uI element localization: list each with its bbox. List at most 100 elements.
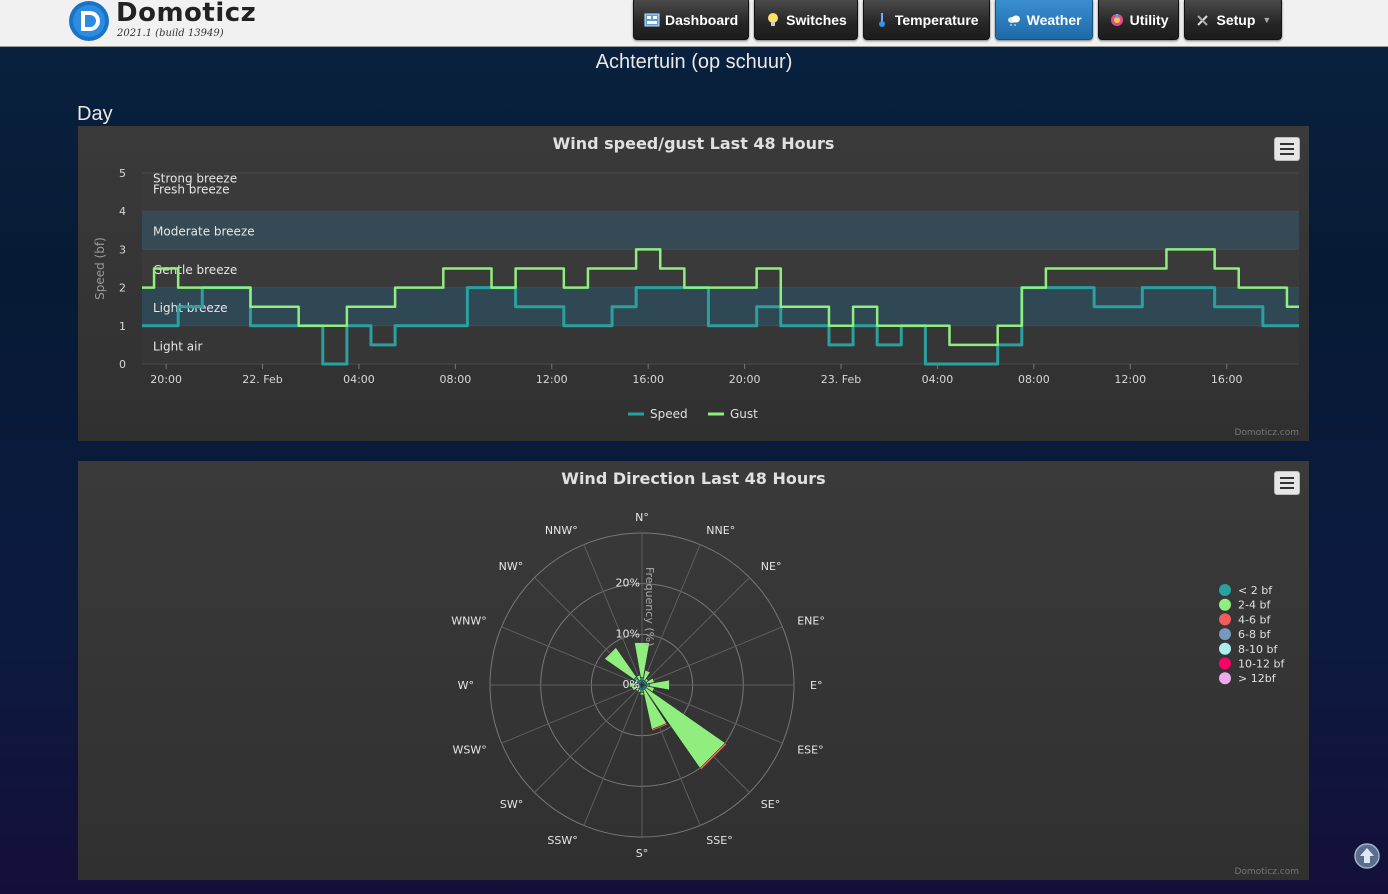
brand-name[interactable]: Domoticz xyxy=(116,0,256,28)
x-tick-label: 12:00 xyxy=(536,373,568,386)
x-tick-label: 16:00 xyxy=(632,373,664,386)
brand-version: 2021.1 (build 13949) xyxy=(117,28,224,39)
direction-label: NNW° xyxy=(545,524,578,537)
x-tick-label: 04:00 xyxy=(343,373,375,386)
main-nav: Dashboard Switches Temperature Weather U… xyxy=(633,0,1287,40)
legend-marker xyxy=(1219,598,1231,611)
direction-label: SSW° xyxy=(547,834,577,847)
legend-label: 2-4 bf xyxy=(1238,599,1271,612)
legend-label: 10-12 bf xyxy=(1238,658,1285,671)
nav-dashboard-button[interactable]: Dashboard xyxy=(633,0,750,40)
legend-label: Speed xyxy=(650,407,688,421)
spoke-line xyxy=(641,626,783,686)
x-tick-label: 12:00 xyxy=(1114,373,1146,386)
legend-marker xyxy=(1219,613,1231,626)
x-tick-label: 23. Feb xyxy=(821,373,861,386)
legend-label: Gust xyxy=(730,407,758,421)
lightbulb-icon xyxy=(768,12,779,26)
wind-rose-chart: N° NNE° NE° ENE° E° ESE° SE° SSE° S° SSW° SW° WSW° W… xyxy=(451,511,1285,860)
radial-axis-title: Frequency (%) xyxy=(643,567,656,646)
legend-label: 6-8 bf xyxy=(1238,628,1271,641)
rose-bar xyxy=(639,692,645,696)
direction-label: ESE° xyxy=(797,743,823,756)
spoke-line xyxy=(501,684,643,744)
nav-temperature-button[interactable]: Temperature xyxy=(862,0,990,40)
top-navbar: Domoticz 2021.1 (build 13949) Dashboard … xyxy=(0,0,1388,47)
y-tick-label: 4 xyxy=(119,205,126,218)
nav-setup-label: Setup xyxy=(1216,11,1256,28)
nav-weather-button[interactable]: Weather xyxy=(994,0,1093,40)
legend-label: 8-10 bf xyxy=(1238,643,1278,656)
spoke-line xyxy=(583,684,643,826)
nav-switches-label: Switches xyxy=(786,11,847,28)
y-tick-label: 2 xyxy=(119,282,126,295)
y-tick-label: 1 xyxy=(119,320,126,333)
x-tick-label: 20:00 xyxy=(729,373,761,386)
nav-utility-label: Utility xyxy=(1129,11,1169,28)
nav-switches-button[interactable]: Switches xyxy=(754,0,858,40)
spoke-line xyxy=(641,577,750,686)
direction-label: E° xyxy=(810,679,822,692)
y-tick-label: 0 xyxy=(119,358,126,371)
direction-label: NNE° xyxy=(706,524,735,537)
x-tick-label: 04:00 xyxy=(922,373,954,386)
legend-marker xyxy=(1219,628,1231,641)
direction-label: SSE° xyxy=(706,834,732,847)
direction-label: SE° xyxy=(761,798,780,811)
nav-weather-label: Weather xyxy=(1026,11,1082,28)
spoke-line xyxy=(534,684,643,793)
legend-label: > 12bf xyxy=(1238,672,1277,685)
radial-tick-label: 10% xyxy=(616,627,640,640)
x-tick-label: 16:00 xyxy=(1211,373,1243,386)
legend-marker xyxy=(1219,584,1231,596)
nav-setup-button[interactable]: Setup ▼ xyxy=(1184,0,1283,40)
nav-temperature-label: Temperature xyxy=(894,11,979,28)
chart-credit[interactable]: Domoticz.com xyxy=(1235,428,1300,438)
wind-speed-chart-panel: Wind speed/gust Last 48 Hours Light air L… xyxy=(78,126,1309,441)
legend-marker xyxy=(1219,672,1231,685)
direction-label: SW° xyxy=(500,798,523,811)
beaufort-band xyxy=(142,211,1299,250)
beaufort-band xyxy=(142,173,1299,212)
chart-credit[interactable]: Domoticz.com xyxy=(1235,867,1300,877)
direction-label: S° xyxy=(636,847,648,860)
x-tick-label: 22. Feb xyxy=(242,373,282,386)
band-label: Light air xyxy=(153,339,202,353)
direction-label: ENE° xyxy=(797,615,825,628)
cloud-icon xyxy=(1007,15,1020,26)
x-tick-label: 20:00 xyxy=(150,373,182,386)
chevron-down-icon: ▼ xyxy=(1262,14,1272,25)
beaufort-band xyxy=(142,325,1299,364)
wind-speed-chart: Light airLight breezeGentle breezeModera… xyxy=(93,167,1299,421)
legend-label: < 2 bf xyxy=(1238,584,1273,597)
direction-label: NE° xyxy=(761,560,782,573)
direction-label: WSW° xyxy=(453,743,487,756)
direction-label: W° xyxy=(458,679,474,692)
y-axis-title: Speed (bf) xyxy=(93,237,107,300)
direction-label: N° xyxy=(635,511,649,524)
wind-direction-chart-panel: Wind Direction Last 48 Hours N° NNE° NE° EN… xyxy=(78,461,1309,880)
nav-dashboard-label: Dashboard xyxy=(665,11,739,28)
nav-utility-button[interactable]: Utility xyxy=(1097,0,1180,40)
x-tick-label: 08:00 xyxy=(1018,373,1050,386)
band-label: Moderate breeze xyxy=(153,225,255,239)
radial-tick-label: 0% xyxy=(623,678,640,691)
page-title: Achtertuin (op schuur) xyxy=(595,51,793,73)
y-tick-label: 5 xyxy=(119,167,126,180)
direction-label: NW° xyxy=(499,560,524,573)
radial-tick-label: 20% xyxy=(616,577,640,590)
section-title: Day xyxy=(77,103,113,125)
thermometer-icon xyxy=(878,12,885,27)
band-label: Strong breeze xyxy=(153,172,237,186)
dashboard-icon xyxy=(644,13,660,26)
legend-marker xyxy=(1219,657,1231,670)
utility-icon xyxy=(1110,13,1123,26)
band-label: Gentle breeze xyxy=(153,263,237,277)
domoticz-logo-icon[interactable] xyxy=(68,0,110,42)
direction-label: WNW° xyxy=(451,615,486,628)
legend-marker xyxy=(1219,642,1231,655)
legend-label: 4-6 bf xyxy=(1238,613,1271,626)
tools-icon xyxy=(1197,14,1209,26)
scroll-to-top-icon[interactable] xyxy=(1354,843,1380,869)
y-tick-label: 3 xyxy=(119,243,126,256)
